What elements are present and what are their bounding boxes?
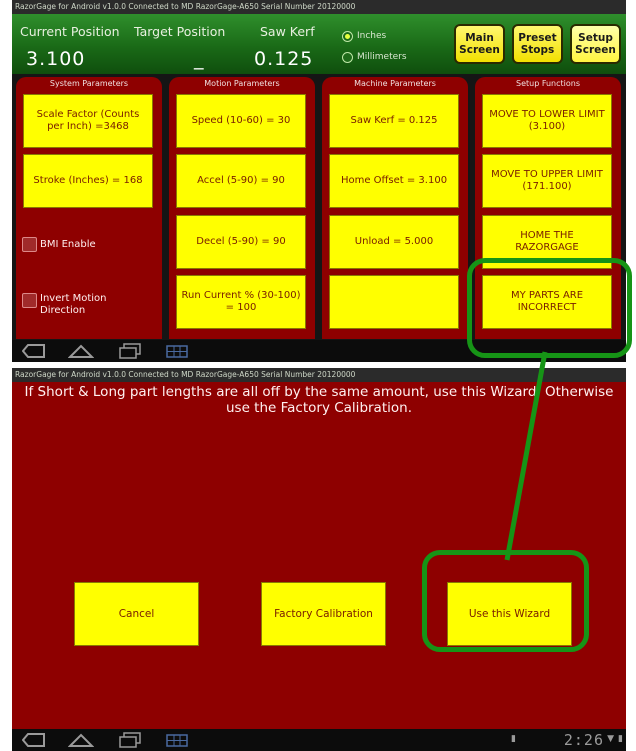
accel-button[interactable]: Accel (5-90) = 90 [176, 154, 306, 208]
keyboard-icon[interactable] [166, 732, 188, 748]
bmi-enable-label: BMI Enable [40, 239, 96, 250]
home-icon[interactable] [68, 732, 94, 748]
cancel-button[interactable]: Cancel [74, 582, 199, 646]
recent-apps-icon[interactable] [118, 343, 142, 359]
radio-selected-icon [342, 31, 353, 42]
current-position-value: 3.100 [26, 48, 86, 70]
inches-radio[interactable]: Inches [342, 30, 422, 44]
app-title-bar: RazorGage for Android v1.0.0 Connected t… [12, 368, 626, 382]
run-current-button[interactable]: Run Current % (30-100) = 100 [176, 275, 306, 329]
millimeters-radio[interactable]: Millimeters [342, 51, 422, 65]
machine-parameters-panel: Machine Parameters Saw Kerf = 0.125 Home… [322, 77, 468, 339]
current-position-label: Current Position [20, 24, 120, 39]
scale-factor-button[interactable]: Scale Factor (Counts per Inch) =3468 [23, 94, 153, 148]
home-offset-button[interactable]: Home Offset = 3.100 [329, 154, 459, 208]
radio-unselected-icon [342, 52, 353, 63]
system-parameters-title: System Parameters [49, 79, 129, 88]
preset-stops-button[interactable]: Preset Stops [512, 24, 563, 64]
wifi-icon: ▼ [607, 734, 614, 744]
position-header: Current Position 3.100 Target Position _… [12, 14, 626, 74]
app-title-bar: RazorGage for Android v1.0.0 Connected t… [12, 0, 626, 14]
speed-button[interactable]: Speed (10-60) = 30 [176, 94, 306, 148]
checkbox-icon [22, 237, 37, 252]
recent-apps-icon[interactable] [118, 732, 142, 748]
android-nav-bar: ▮ 2:26 ▼ ▮ [12, 729, 626, 751]
wizard-message: If Short & Long part lengths are all off… [24, 384, 614, 416]
target-position-value[interactable]: _ [194, 48, 205, 70]
unload-button[interactable]: Unload = 5.000 [329, 215, 459, 269]
setup-screen-button[interactable]: Setup Screen [570, 24, 621, 64]
move-to-upper-limit-button[interactable]: MOVE TO UPPER LIMIT (171.100) [482, 154, 612, 208]
system-parameters-panel: System Parameters Scale Factor (Counts p… [16, 77, 162, 339]
stroke-button[interactable]: Stroke (Inches) = 168 [23, 154, 153, 208]
inches-label: Inches [357, 31, 387, 41]
move-to-lower-limit-button[interactable]: MOVE TO LOWER LIMIT (3.100) [482, 94, 612, 148]
motion-parameters-panel: Motion Parameters Speed (10-60) = 30 Acc… [169, 77, 315, 339]
decel-button[interactable]: Decel (5-90) = 90 [176, 215, 306, 269]
home-icon[interactable] [68, 343, 94, 359]
clock: 2:26 [563, 731, 604, 749]
battery-icon: ▮ [618, 734, 623, 744]
back-icon[interactable] [22, 732, 46, 748]
factory-calibration-button[interactable]: Factory Calibration [261, 582, 386, 646]
blank-machine-button[interactable] [329, 275, 459, 329]
highlight-my-parts-incorrect [467, 258, 632, 358]
usb-icon: ▮ [511, 734, 516, 744]
main-screen-button[interactable]: Main Screen [454, 24, 505, 64]
saw-kerf-value: 0.125 [254, 48, 314, 70]
saw-kerf-button[interactable]: Saw Kerf = 0.125 [329, 94, 459, 148]
machine-parameters-title: Machine Parameters [354, 79, 436, 88]
invert-motion-label: Invert Motion Direction [40, 293, 107, 316]
highlight-use-this-wizard [422, 550, 589, 652]
keyboard-icon[interactable] [166, 343, 188, 359]
target-position-label: Target Position [134, 24, 226, 39]
setup-functions-title: Setup Functions [515, 79, 581, 88]
millimeters-label: Millimeters [357, 52, 407, 62]
checkbox-icon [22, 293, 37, 308]
back-icon[interactable] [22, 343, 46, 359]
motion-parameters-title: Motion Parameters [204, 79, 280, 88]
saw-kerf-label: Saw Kerf [260, 24, 315, 39]
